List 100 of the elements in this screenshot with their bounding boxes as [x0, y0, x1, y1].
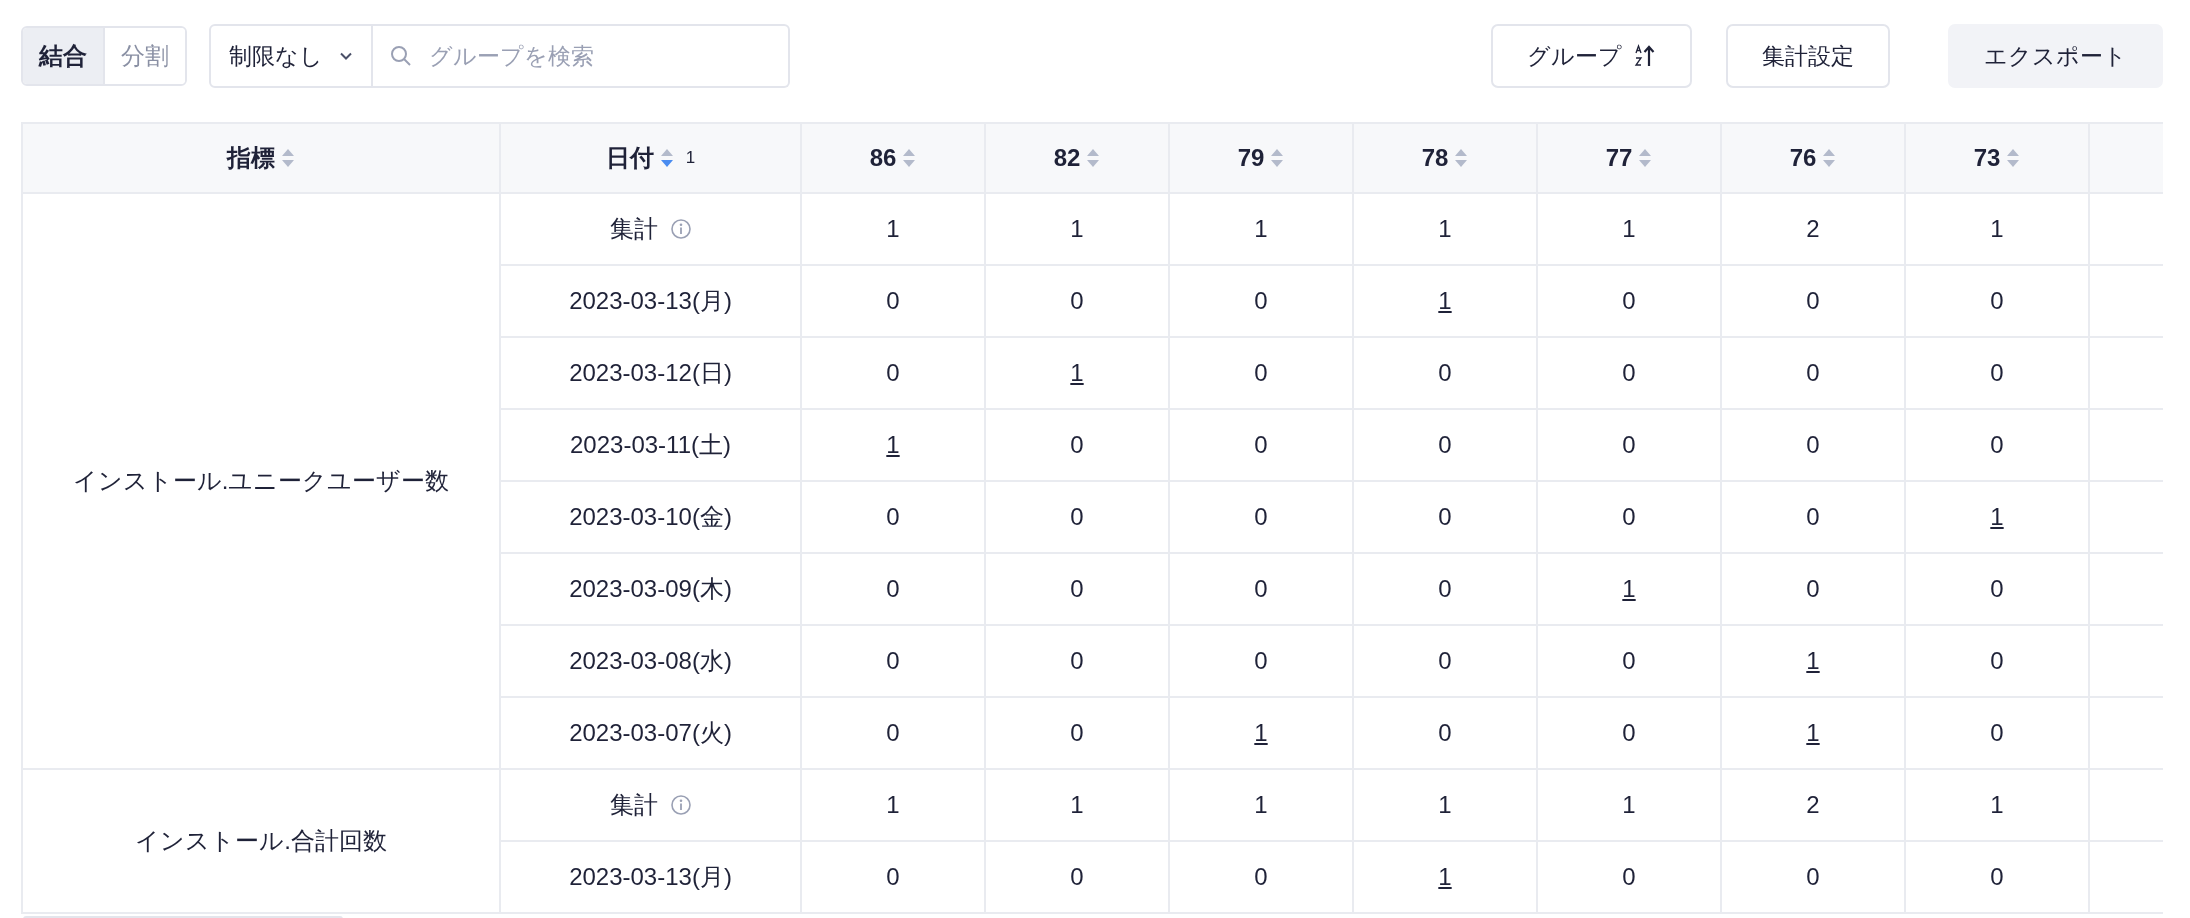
- count-value: 1: [1438, 791, 1452, 818]
- column-title: 日付: [605, 143, 654, 173]
- count-value: 0: [1990, 431, 2004, 458]
- column-header[interactable]: 82: [985, 123, 1169, 193]
- count-value: 2: [1806, 791, 1820, 818]
- count-value: 1: [1254, 791, 1268, 818]
- count-value: 0: [886, 359, 900, 386]
- column-header[interactable]: 78: [1353, 123, 1537, 193]
- count-link[interactable]: 1: [1438, 287, 1452, 314]
- sort-icon[interactable]: [2006, 147, 2021, 169]
- count-value: 1: [1622, 791, 1636, 818]
- date-cell: 2023-03-08(水): [500, 625, 801, 697]
- count-value: 0: [1622, 647, 1636, 674]
- limit-dropdown[interactable]: 制限なし: [209, 24, 373, 88]
- sort-icon[interactable]: [659, 147, 674, 169]
- count-link[interactable]: 1: [1622, 575, 1636, 602]
- count-value: 1: [886, 791, 900, 818]
- toolbar-button[interactable]: エクスポート: [1948, 24, 2163, 88]
- count-value: 0: [886, 575, 900, 602]
- count-value: 0: [1438, 719, 1452, 746]
- info-icon[interactable]: [669, 218, 692, 240]
- date-cell: 2023-03-07(火): [500, 697, 801, 769]
- column-title: 79: [1237, 144, 1265, 172]
- count-value: 0: [1622, 359, 1636, 386]
- sort-icon[interactable]: [1822, 147, 1837, 169]
- count-value: 1: [886, 215, 900, 242]
- toolbar-button[interactable]: グループ: [1491, 24, 1692, 88]
- count-value: 0: [1438, 431, 1452, 458]
- count-value: 0: [1622, 863, 1636, 890]
- date-cell: 集計: [500, 769, 801, 841]
- count-value: 1: [1990, 215, 2004, 242]
- toolbar-button[interactable]: 集計設定: [1726, 24, 1890, 88]
- count-value: 0: [1622, 287, 1636, 314]
- count-value: 0: [1070, 575, 1084, 602]
- count-value: 0: [1990, 287, 2004, 314]
- search-field[interactable]: グループを検索: [373, 24, 790, 88]
- column-title: 76: [1789, 144, 1817, 172]
- count-link[interactable]: 1: [1254, 719, 1268, 746]
- count-value: 0: [886, 863, 900, 890]
- count-value: 0: [1254, 575, 1268, 602]
- column-header[interactable]: 日付 1: [500, 123, 801, 193]
- column-header[interactable]: 73: [1905, 123, 2089, 193]
- count-value: 1: [1622, 215, 1636, 242]
- count-value: 0: [1990, 359, 2004, 386]
- count-value: 0: [1806, 863, 1820, 890]
- count-value: 0: [886, 719, 900, 746]
- count-value: 0: [1254, 431, 1268, 458]
- count-link[interactable]: 1: [1806, 719, 1820, 746]
- metric-cell: インストール.ユニークユーザー数: [22, 193, 500, 769]
- count-link[interactable]: 1: [1990, 503, 2004, 530]
- sort-icon[interactable]: [1638, 147, 1653, 169]
- count-link[interactable]: 1: [1070, 359, 1084, 386]
- sort-priority: 1: [685, 148, 696, 168]
- column-header[interactable]: 79: [1169, 123, 1353, 193]
- count-value: 0: [1070, 863, 1084, 890]
- count-value: 0: [1622, 503, 1636, 530]
- count-value: 0: [1070, 647, 1084, 674]
- column-title: 指標: [227, 143, 275, 173]
- count-value: 0: [1070, 719, 1084, 746]
- sort-icon[interactable]: [1454, 147, 1469, 169]
- info-icon[interactable]: [669, 794, 692, 816]
- column-title: 86: [869, 144, 897, 172]
- date-cell: 2023-03-11(土): [500, 409, 801, 481]
- count-value: 0: [1806, 359, 1820, 386]
- column-header[interactable]: 76: [1721, 123, 1905, 193]
- count-value: 0: [1254, 503, 1268, 530]
- count-link[interactable]: 1: [886, 431, 900, 458]
- count-value: 1: [1070, 791, 1084, 818]
- count-value: 0: [1438, 647, 1452, 674]
- view-toggle-option[interactable]: 結合: [23, 28, 103, 84]
- chevron-down-icon: [339, 51, 353, 61]
- count-value: 0: [1990, 647, 2004, 674]
- count-value: 0: [1070, 431, 1084, 458]
- count-value: 0: [1438, 575, 1452, 602]
- date-cell: 2023-03-12(日): [500, 337, 801, 409]
- date-cell: 2023-03-13(月): [500, 841, 801, 913]
- sort-icon[interactable]: [281, 147, 295, 169]
- sort-icon[interactable]: [902, 147, 917, 169]
- metric-cell: インストール.合計回数: [22, 769, 500, 913]
- count-value: 0: [1990, 575, 2004, 602]
- column-header[interactable]: 指標: [22, 123, 500, 193]
- count-value: 1: [1438, 215, 1452, 242]
- sort-icon[interactable]: [1086, 147, 1101, 169]
- count-link[interactable]: 1: [1438, 863, 1452, 890]
- date-cell: 2023-03-09(木): [500, 553, 801, 625]
- count-value: 1: [1990, 791, 2004, 818]
- count-link[interactable]: 1: [1806, 647, 1820, 674]
- count-value: 0: [1254, 863, 1268, 890]
- sort-icon[interactable]: [1270, 147, 1285, 169]
- count-value: 0: [1254, 359, 1268, 386]
- count-value: 0: [1622, 719, 1636, 746]
- count-value: 0: [1806, 431, 1820, 458]
- count-value: 0: [1254, 647, 1268, 674]
- column-header[interactable]: 77: [1537, 123, 1721, 193]
- count-value: 0: [886, 503, 900, 530]
- count-value: 0: [1438, 359, 1452, 386]
- count-value: 0: [1622, 431, 1636, 458]
- count-value: 1: [1254, 215, 1268, 242]
- count-value: 0: [1070, 503, 1084, 530]
- column-header[interactable]: 86: [801, 123, 985, 193]
